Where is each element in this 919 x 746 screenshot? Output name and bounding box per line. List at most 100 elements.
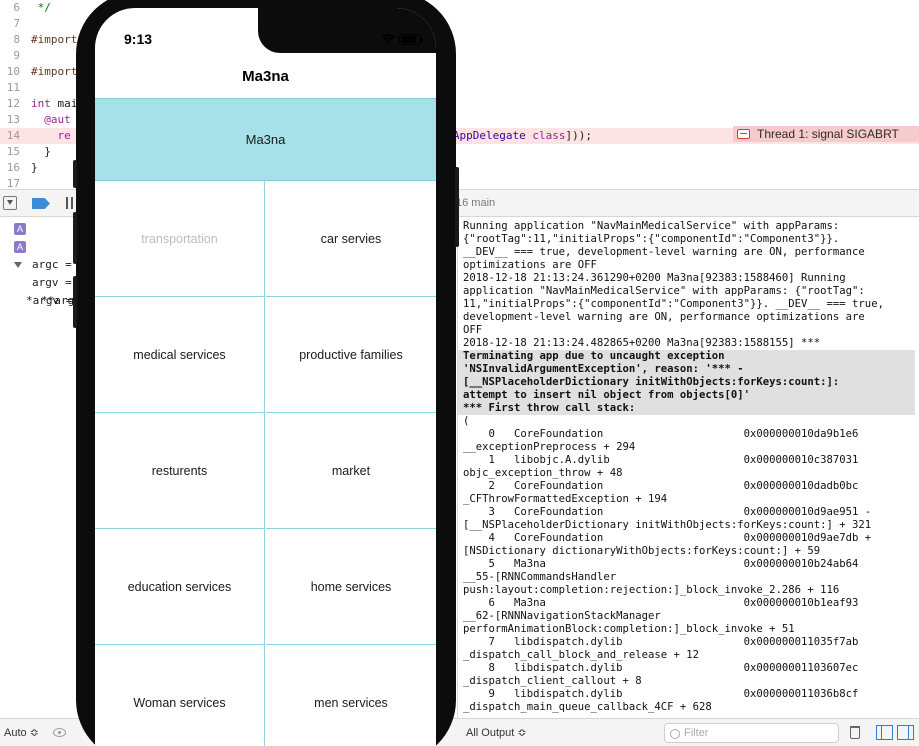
console-line: __62-[RNNNavigationStackManager	[463, 610, 661, 622]
console-line: 2018-12-18 21:13:24.482865+0200 Ma3na[92…	[463, 337, 821, 349]
console-line: objc_exception_throw + 48	[463, 467, 623, 479]
console-line: attempt to insert nil object from object…	[458, 389, 915, 402]
services-grid: transportation car servies medical service…	[95, 181, 436, 746]
console-line: performAnimationBlock:completion:]_block…	[463, 623, 795, 635]
console-line: OFF	[463, 324, 483, 336]
line-number: 9	[13, 49, 20, 62]
service-label: medical services	[133, 347, 226, 362]
filter-icon	[670, 729, 680, 739]
console-line: 4 CoreFoundation 0x000000010d9ae7db +	[463, 532, 872, 544]
console-line: __DEV__ === true, development-level warn…	[463, 246, 865, 258]
status-time: 9:13	[124, 31, 153, 47]
code-text: #import	[31, 65, 78, 78]
line-number: 14	[6, 129, 20, 142]
line-number: 11	[6, 81, 20, 94]
error-icon	[737, 129, 750, 139]
variable-row[interactable]: A argc =	[14, 220, 72, 271]
code-text: }	[31, 145, 51, 158]
banner[interactable]: Ma3na	[95, 98, 436, 181]
service-cell[interactable]: medical services	[95, 297, 265, 413]
console-line: optimizations are OFF	[463, 259, 597, 271]
service-cell[interactable]: home services	[266, 529, 436, 645]
service-cell[interactable]: productive families	[266, 297, 436, 413]
service-label: market	[331, 463, 371, 478]
console-line: _dispatch_main_queue_callback_4CF + 628	[463, 701, 712, 713]
console-line: 8 libdispatch.dylib 0x00000001103607ec	[463, 662, 859, 674]
service-cell[interactable]: car servies	[266, 181, 436, 297]
service-cell[interactable]: transportation	[95, 181, 265, 297]
code-text: @aut	[31, 113, 71, 126]
console-line: *** First throw call stack:	[458, 402, 915, 415]
line-number: 8	[13, 33, 20, 46]
banner-label: Ma3na	[245, 132, 286, 147]
volume-up-button	[73, 212, 77, 264]
code-text: }	[31, 161, 38, 174]
code-text: */	[31, 1, 51, 14]
service-cell[interactable]: market	[266, 413, 436, 529]
console-line: 2 CoreFoundation 0x000000010dadb0bc	[463, 480, 859, 492]
hide-debug-area-icon[interactable]	[3, 196, 17, 210]
show-console-view-icon[interactable]	[897, 725, 914, 740]
console-line: 1 libobjc.A.dylib 0x000000010c387031	[463, 454, 859, 466]
error-badge[interactable]: Thread 1: signal SIGABRT	[733, 126, 919, 142]
console-line: 3 CoreFoundation 0x000000010d9ae951 -	[463, 506, 872, 518]
disclosure-triangle-icon[interactable]	[14, 262, 22, 268]
thread-label: 16 main	[456, 197, 496, 209]
variable-row[interactable]: *argv =	[14, 256, 72, 307]
code-text: s([AppDelegate class]));	[433, 129, 592, 142]
console-line: [__NSPlaceholderDictionary initWithObjec…	[463, 519, 872, 531]
console-line: 11,"initialProps":{"componentId":"Compon…	[463, 298, 884, 310]
simulator-screen[interactable]: 9:13 Ma3na Ma3na transportation car servi…	[95, 8, 436, 746]
line-number: 15	[6, 145, 20, 158]
console-line: Terminating app due to uncaught exceptio…	[458, 350, 915, 363]
code-text: int mai	[31, 97, 78, 110]
console-line: push:layout:completion:rejection:]_block…	[463, 584, 840, 596]
service-label: transportation	[141, 231, 218, 246]
console-line: {"rootTag":11,"initialProps":{"component…	[463, 233, 840, 245]
service-label: men services	[314, 695, 388, 710]
console-line: 0 CoreFoundation 0x000000010da9b1e6	[463, 428, 859, 440]
service-label: productive families	[299, 347, 403, 362]
console-line: application "NavMainMedicalService" with…	[463, 285, 865, 297]
filter-field[interactable]	[664, 723, 839, 743]
service-cell[interactable]: men services	[266, 645, 436, 746]
variable-type-icon: A	[14, 241, 26, 253]
variable-row[interactable]: A argv =	[14, 238, 72, 289]
service-cell[interactable]: Woman services	[95, 645, 265, 746]
console-line: development-level warning are ON, perfor…	[463, 311, 865, 323]
console-line: __55-[RNNCommandsHandler	[463, 571, 617, 583]
output-filter-select[interactable]: All Output ≎	[466, 726, 527, 739]
console-text: Running application "NavMainMedicalServi…	[458, 220, 915, 714]
code-text: #import	[31, 33, 78, 46]
line-number: 12	[6, 97, 20, 110]
service-cell[interactable]: education services	[95, 529, 265, 645]
variable-text: **arg	[41, 294, 75, 307]
service-label: Woman services	[133, 695, 226, 710]
volume-down-button	[73, 276, 77, 328]
console-line: 5 Ma3na 0x000000010b24ab64	[463, 558, 859, 570]
console-line: _CFThrowFormattedException + 194	[463, 493, 668, 505]
console-line: 6 Ma3na 0x000000010b1eaf93	[463, 597, 859, 609]
status-icons	[381, 33, 431, 45]
line-number: 13	[6, 113, 20, 126]
variable-type-icon: A	[14, 223, 26, 235]
show-variables-view-icon[interactable]	[876, 725, 893, 740]
trash-icon[interactable]	[850, 726, 860, 739]
variables-scope-select[interactable]: Auto ≎	[4, 726, 39, 739]
console-line: [NSDictionary dictionaryWithObjects:forK…	[463, 545, 821, 557]
battery-icon	[399, 34, 423, 45]
console-line: (	[463, 415, 470, 427]
line-number: 10	[6, 65, 20, 78]
filter-input[interactable]	[684, 726, 834, 740]
variable-row[interactable]: **arg	[41, 274, 74, 307]
breakpoints-toggle-icon[interactable]	[32, 198, 50, 209]
line-number: 6	[13, 1, 20, 14]
console-output[interactable]: Running application "NavMainMedicalServi…	[457, 218, 919, 718]
code-text: re	[31, 129, 71, 142]
console-line: 7 libdispatch.dylib 0x000000011035f7ab	[463, 636, 859, 648]
error-badge-text: Thread 1: signal SIGABRT	[757, 127, 899, 141]
console-line: 9 libdispatch.dylib 0x000000011036b8cf	[463, 688, 859, 700]
console-line: Running application "NavMainMedicalServi…	[463, 220, 840, 232]
service-cell[interactable]: resturents	[95, 413, 265, 529]
quick-look-icon[interactable]	[53, 728, 66, 737]
